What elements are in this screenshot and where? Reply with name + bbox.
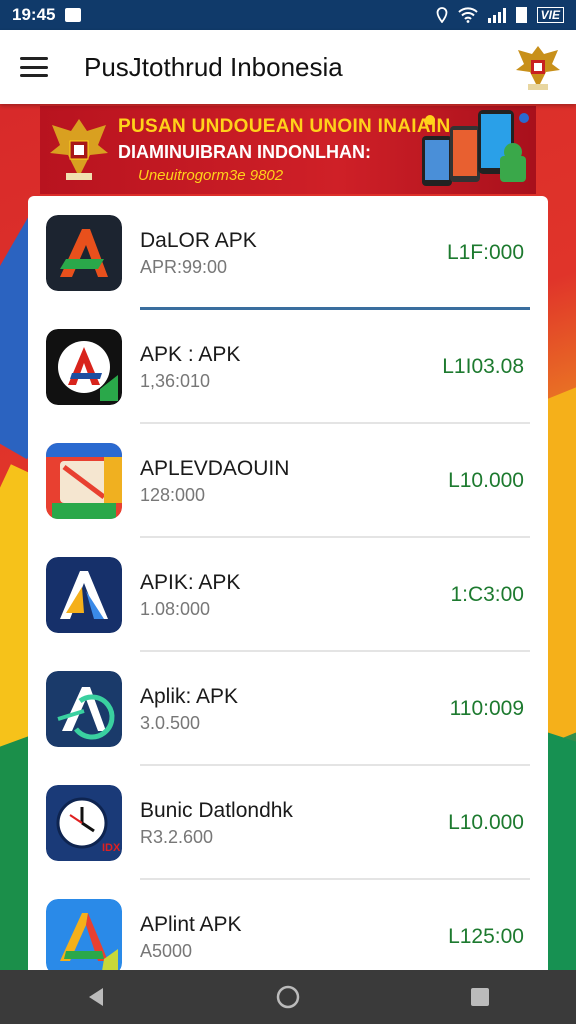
battery-icon (515, 7, 527, 23)
back-button[interactable] (76, 977, 116, 1017)
promo-banner[interactable]: PUSAN UNDOUEAN UNOIN INAIAIN DIAMINUIBRA… (40, 106, 536, 194)
app-name: Aplik: APK (140, 684, 239, 708)
status-time: 19:45 (12, 5, 56, 24)
red-green-a-logo-icon (46, 215, 122, 291)
app-meta: 128:000 (140, 484, 206, 505)
app-list: DaLOR APK APR:99:00 L1F:000 APK : APK 1,… (28, 196, 548, 970)
app-name: APIK: APK (140, 570, 241, 594)
app-name: APK : APK (140, 342, 241, 366)
green-blue-a-logo-icon (46, 671, 122, 747)
app-price: L1I03.08 (442, 355, 524, 378)
list-item[interactable]: APLEVDAOUIN 128:000 L10.000 (28, 424, 548, 538)
back-icon (89, 988, 103, 1006)
app-price: 1:C3:00 (450, 583, 524, 606)
list-item[interactable]: APlint APK A5000 L125:00 (28, 880, 548, 970)
banner-headline: PUSAN UNDOUEAN UNOIN INAIAIN (118, 116, 451, 137)
list-item[interactable]: APIK: APK 1.08:000 1:C3:00 (28, 538, 548, 652)
colorful-folder-logo-icon (46, 443, 122, 519)
wifi-icon (457, 7, 478, 23)
google-a-logo-icon (46, 899, 122, 970)
app-name: APLEVDAOUIN (140, 456, 290, 480)
network-badge: VIE (536, 7, 564, 23)
app-price: L10.000 (448, 811, 524, 834)
banner-subheadline: DIAMINUIBRAN INDONLHAN: (118, 142, 371, 162)
home-button[interactable] (268, 977, 308, 1017)
app-name: APlint APK (140, 912, 242, 936)
garuda-emblem-icon (50, 119, 108, 180)
recents-button[interactable] (460, 977, 500, 1017)
app-price: L1F:000 (446, 241, 524, 264)
recents-icon (471, 988, 489, 1006)
navigation-bar (0, 970, 576, 1024)
app-price: L125:00 (448, 925, 524, 948)
app-meta: R3.2.600 (140, 826, 214, 847)
page-title: PusJtothrud Inbonesia (84, 51, 343, 82)
notification-icon (65, 8, 82, 22)
app-price: L10.000 (448, 469, 524, 492)
red-a-badge-logo-icon (46, 329, 122, 405)
status-bar: 19:45 VIE (0, 0, 576, 30)
signal-icon (487, 7, 506, 23)
garuda-emblem-icon (512, 38, 564, 96)
phones-illustration-icon (422, 110, 529, 186)
banner-caption: Uneuitrogorm3e 9802 (138, 167, 284, 184)
location-icon (436, 7, 448, 23)
app-name: Bunic Datlondhk (140, 798, 293, 822)
svg-text:IDX: IDX (102, 842, 121, 854)
home-icon (276, 985, 300, 1009)
app-meta: 1,36:010 (140, 370, 211, 391)
list-item[interactable]: Aplik: APK 3.0.500 110:009 (28, 652, 548, 766)
blue-yellow-a-logo-icon (46, 557, 122, 633)
app-meta: A5000 (140, 940, 193, 961)
clock-logo-icon: IDX (46, 785, 122, 861)
app-name: DaLOR APK (140, 228, 257, 252)
menu-icon[interactable] (20, 57, 48, 77)
app-price: 110:009 (449, 697, 524, 720)
app-meta: APR:99:00 (140, 256, 228, 277)
app-meta: 3.0.500 (140, 712, 201, 733)
list-item[interactable]: DaLOR APK APR:99:00 L1F:000 (28, 196, 548, 310)
list-item[interactable]: APK : APK 1,36:010 L1I03.08 (28, 310, 548, 424)
app-bar: PusJtothrud Inbonesia (0, 30, 576, 104)
app-meta: 1.08:000 (140, 598, 211, 619)
list-item[interactable]: IDX Bunic Datlondhk R3.2.600 L10.000 (28, 766, 548, 880)
